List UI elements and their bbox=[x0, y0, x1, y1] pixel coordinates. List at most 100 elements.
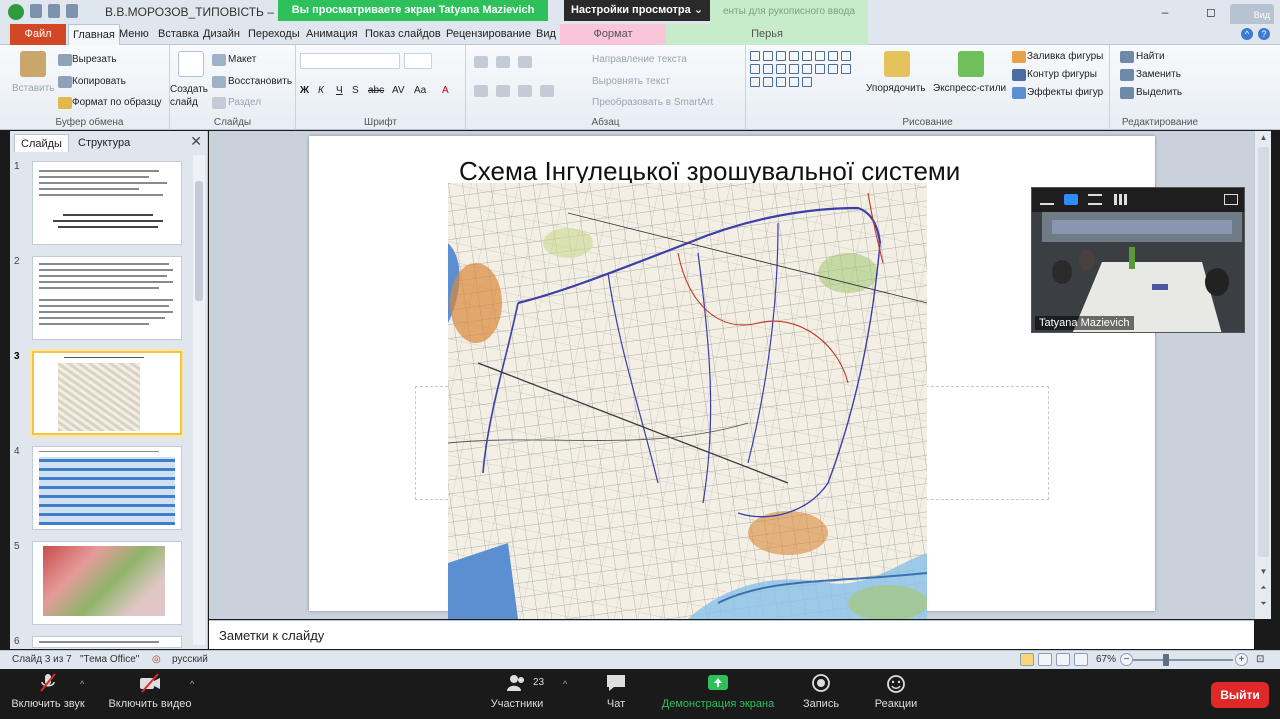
slide-thumbnail-selected[interactable] bbox=[32, 351, 182, 435]
participant-video[interactable]: Tatyana Mazievich bbox=[1031, 187, 1245, 333]
tab-format[interactable]: Формат bbox=[560, 24, 666, 45]
tab-slideshow[interactable]: Показ слайдов bbox=[365, 24, 441, 45]
tab-slides[interactable]: Слайды bbox=[14, 134, 69, 152]
reading-view-icon[interactable] bbox=[1056, 653, 1070, 666]
reset-button[interactable]: Восстановить bbox=[228, 76, 292, 87]
tab-review[interactable]: Рецензирование bbox=[446, 24, 531, 45]
reactions-button[interactable]: Реакции bbox=[868, 673, 924, 710]
shapes-gallery[interactable] bbox=[750, 51, 854, 87]
find-button[interactable]: Найти bbox=[1136, 51, 1165, 62]
maximize-button[interactable]: ◻ bbox=[1188, 0, 1234, 24]
slide-sorter-icon[interactable] bbox=[1038, 653, 1052, 666]
bold-button[interactable]: Ж bbox=[300, 85, 309, 96]
redo-icon[interactable] bbox=[66, 4, 78, 18]
scroll-up-icon[interactable]: ▲ bbox=[1255, 133, 1272, 142]
tab-menu[interactable]: Меню bbox=[119, 24, 149, 45]
shape-fill-button[interactable]: Заливка фигуры bbox=[1027, 51, 1103, 62]
collapse-ribbon-icon[interactable]: ^ bbox=[1241, 28, 1253, 40]
next-slide-icon[interactable]: ⏷ bbox=[1255, 599, 1272, 609]
scroll-thumb[interactable] bbox=[1258, 147, 1269, 557]
paste-button[interactable]: Вставить bbox=[12, 83, 54, 94]
video-options-chevron-icon[interactable]: ^ bbox=[190, 679, 194, 689]
spacing-button[interactable]: AV bbox=[392, 85, 405, 96]
quick-styles-button[interactable]: Экспресс-стили bbox=[933, 83, 1006, 94]
slideshow-icon[interactable] bbox=[1074, 653, 1088, 666]
underline-button[interactable]: Ч bbox=[336, 85, 343, 96]
align-left-icon[interactable] bbox=[474, 85, 488, 97]
justify-icon[interactable] bbox=[540, 85, 554, 97]
tab-transitions[interactable]: Переходы bbox=[248, 24, 300, 45]
layout-button[interactable]: Макет bbox=[228, 54, 256, 65]
slide-thumbnail[interactable] bbox=[32, 256, 182, 340]
unmute-button[interactable]: Включить звук bbox=[8, 673, 88, 710]
leave-meeting-button[interactable]: Выйти bbox=[1211, 682, 1269, 708]
record-button[interactable]: Запись bbox=[796, 673, 846, 710]
chat-button[interactable]: Чат bbox=[596, 673, 636, 710]
slide-thumbnail[interactable] bbox=[32, 446, 182, 530]
cut-button[interactable]: Вырезать bbox=[72, 54, 116, 65]
tab-insert[interactable]: Вставка bbox=[158, 24, 199, 45]
tab-file[interactable]: Файл bbox=[10, 24, 66, 45]
notes-placeholder[interactable]: Заметки к слайду bbox=[219, 628, 324, 643]
slides-scrollbar[interactable] bbox=[193, 155, 205, 645]
participants-chevron-icon[interactable]: ^ bbox=[563, 679, 567, 689]
gallery-view-icon[interactable] bbox=[1114, 194, 1128, 205]
share-screen-button[interactable]: Демонстрация экрана bbox=[656, 673, 780, 710]
tab-design[interactable]: Дизайн bbox=[203, 24, 240, 45]
slide-thumbnail[interactable] bbox=[32, 541, 182, 625]
paste-icon[interactable] bbox=[20, 51, 46, 77]
shape-outline-button[interactable]: Контур фигуры bbox=[1027, 69, 1097, 80]
arrange-button[interactable]: Упорядочить bbox=[866, 83, 926, 94]
drawing-tools-tab[interactable]: енты для рукописного ввода bbox=[710, 0, 868, 24]
minimize-button[interactable]: – bbox=[1142, 0, 1188, 24]
font-color-button[interactable]: A bbox=[442, 85, 449, 96]
zoom-out-icon[interactable]: − bbox=[1120, 653, 1133, 666]
previous-slide-icon[interactable]: ⏶ bbox=[1255, 583, 1272, 593]
copy-button[interactable]: Копировать bbox=[72, 76, 126, 87]
audio-options-chevron-icon[interactable]: ^ bbox=[80, 679, 84, 689]
new-slide-button[interactable]: Создать слайд bbox=[170, 83, 210, 109]
help-icon[interactable]: ? bbox=[1258, 28, 1270, 40]
language-indicator[interactable]: русский bbox=[172, 654, 208, 665]
align-right-icon[interactable] bbox=[518, 85, 532, 97]
tab-view[interactable]: Вид bbox=[536, 24, 556, 45]
text-direction-button[interactable]: Направление текста bbox=[592, 54, 687, 65]
view-options-button[interactable]: Настройки просмотра ⌄ bbox=[564, 0, 710, 21]
italic-button[interactable]: К bbox=[318, 85, 324, 96]
editor-scrollbar[interactable]: ▲ ▼ ⏶ ⏷ bbox=[1254, 131, 1271, 619]
close-panel-button[interactable]: ✕ bbox=[190, 133, 202, 150]
zoom-slider-thumb[interactable] bbox=[1163, 654, 1170, 666]
tab-outline[interactable]: Структура bbox=[72, 134, 136, 152]
exit-fullscreen-icon[interactable] bbox=[1224, 194, 1238, 205]
zoom-slider[interactable] bbox=[1133, 654, 1233, 666]
undo-icon[interactable] bbox=[48, 4, 60, 18]
speaker-view-icon[interactable] bbox=[1064, 194, 1078, 205]
shape-effects-button[interactable]: Эффекты фигур bbox=[1027, 87, 1103, 98]
indent-icon[interactable] bbox=[518, 56, 532, 68]
start-video-button[interactable]: Включить видео bbox=[104, 673, 196, 710]
slide-thumbnail[interactable] bbox=[32, 636, 182, 648]
zoom-in-icon[interactable]: + bbox=[1235, 653, 1248, 666]
change-case-button[interactable]: Aa bbox=[414, 85, 426, 96]
font-name-field[interactable] bbox=[300, 53, 400, 69]
slide-thumbnail[interactable] bbox=[32, 161, 182, 245]
scroll-thumb[interactable] bbox=[195, 181, 203, 301]
smartart-button[interactable]: Преобразовать в SmartArt bbox=[592, 97, 713, 108]
bullets-icon[interactable] bbox=[474, 56, 488, 68]
new-slide-icon[interactable] bbox=[178, 51, 204, 77]
tab-animation[interactable]: Анимация bbox=[306, 24, 358, 45]
irrigation-map-image[interactable] bbox=[448, 183, 927, 619]
spellcheck-icon[interactable]: ◎ bbox=[152, 654, 161, 665]
shadow-button[interactable]: S bbox=[352, 85, 359, 96]
select-button[interactable]: Выделить bbox=[1136, 87, 1182, 98]
align-text-button[interactable]: Выровнять текст bbox=[592, 76, 670, 87]
tab-pens[interactable]: Перья bbox=[666, 24, 868, 45]
fit-slide-icon[interactable]: ⊡ bbox=[1256, 654, 1264, 665]
zoom-level[interactable]: 67% bbox=[1096, 654, 1116, 665]
notes-pane[interactable]: Заметки к слайду bbox=[209, 620, 1254, 649]
strip-view-icon[interactable] bbox=[1088, 194, 1102, 205]
replace-button[interactable]: Заменить bbox=[1136, 69, 1181, 80]
minimize-video-icon[interactable] bbox=[1040, 194, 1054, 205]
section-button[interactable]: Раздел bbox=[228, 97, 261, 108]
format-painter-button[interactable]: Формат по образцу bbox=[72, 97, 162, 108]
